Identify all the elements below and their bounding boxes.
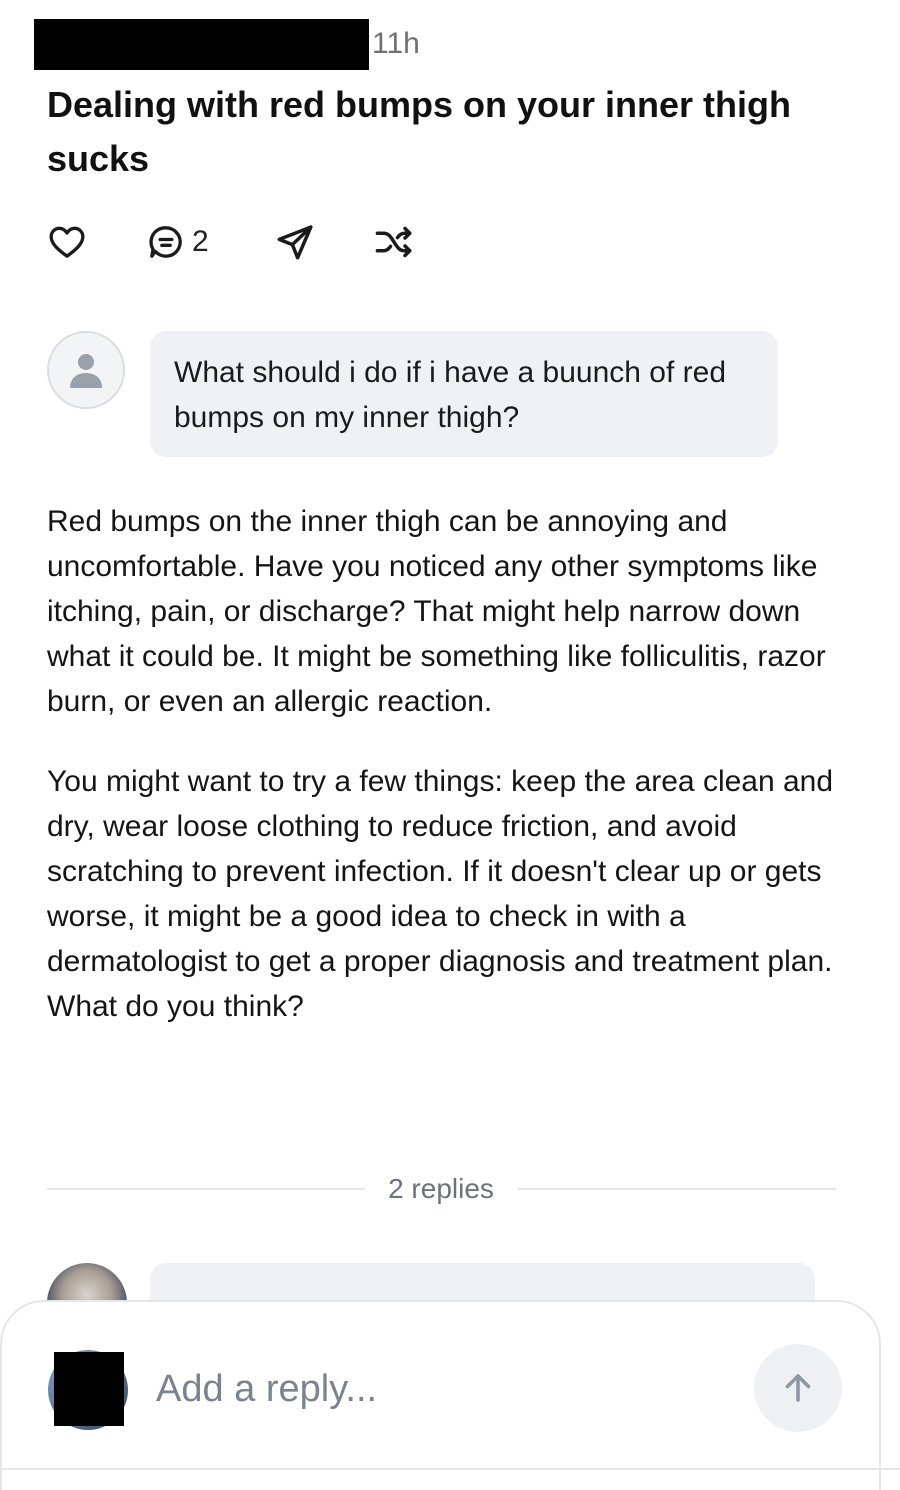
heart-icon [49, 226, 85, 258]
person-icon [70, 354, 102, 388]
redacted-avatar [54, 1352, 124, 1426]
comment-icon [149, 226, 182, 258]
reply-composer: Add a reply... [0, 1300, 881, 1490]
reply-input[interactable]: Add a reply... [156, 1366, 716, 1412]
remix-button[interactable] [373, 220, 415, 264]
shuffle-icon [375, 226, 412, 258]
user-avatar [47, 331, 125, 409]
arrow-up-icon [785, 1374, 811, 1402]
divider [47, 1188, 365, 1190]
like-button[interactable] [47, 220, 87, 264]
ai-answer: Red bumps on the inner thigh can be anno… [47, 499, 857, 1064]
replies-toggle[interactable]: 2 replies [370, 1170, 512, 1208]
divider [518, 1188, 836, 1190]
share-button[interactable] [274, 220, 316, 264]
send-icon [277, 225, 313, 260]
bottom-border [0, 1468, 900, 1470]
answer-paragraph: You might want to try a few things: keep… [47, 765, 834, 1023]
redacted-username [34, 19, 369, 70]
answer-paragraph: Red bumps on the inner thigh can be anno… [47, 505, 826, 718]
post-title: Dealing with red bumps on your inner thi… [47, 84, 792, 179]
comment-button[interactable]: 2 [146, 220, 209, 264]
send-reply-button[interactable] [754, 1344, 842, 1432]
question-text: What should i do if i have a buunch of r… [174, 356, 727, 434]
comment-count: 2 [192, 225, 209, 258]
post-timestamp: 11h [372, 27, 420, 60]
question-bubble: What should i do if i have a buunch of r… [150, 331, 778, 457]
